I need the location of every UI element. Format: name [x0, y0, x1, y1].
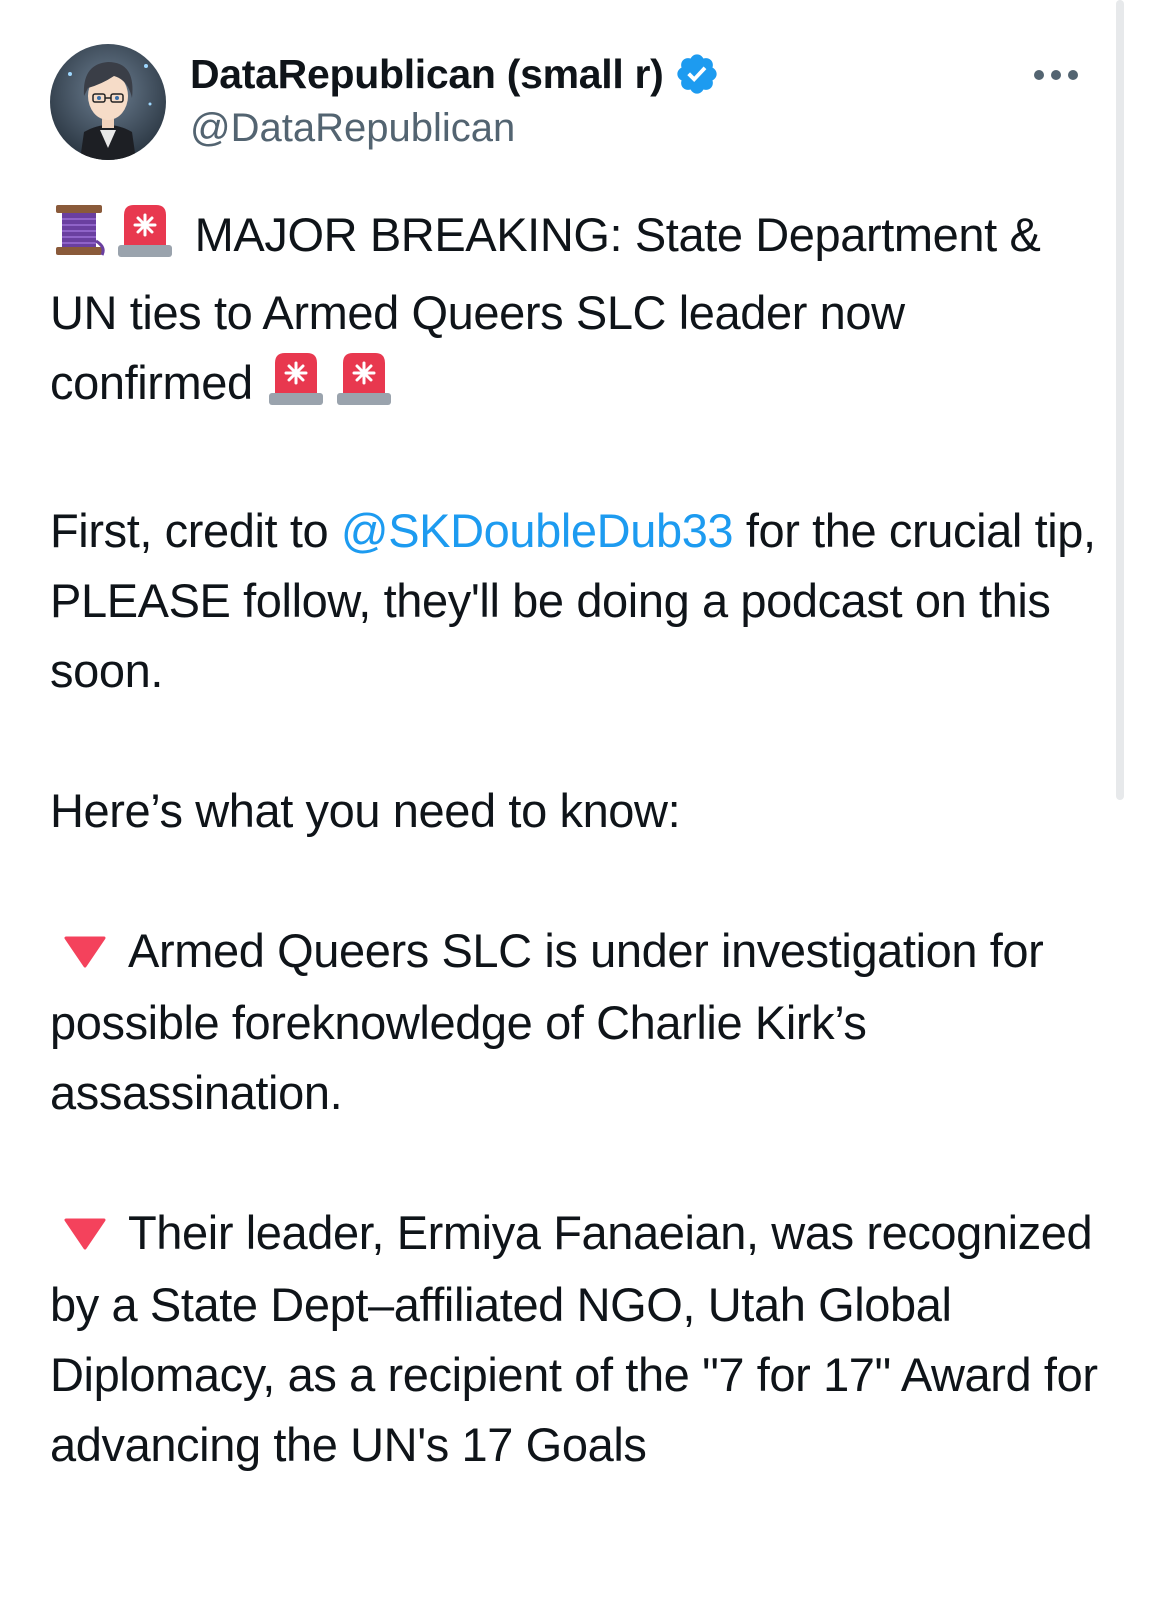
tweet-body: MAJOR BREAKING: State Department & UN ti… — [50, 200, 1100, 1550]
bullet-text: Armed Queers SLC is under investigation … — [50, 924, 1044, 1119]
police-siren-emoji — [333, 349, 395, 426]
credit-paragraph: First, credit to @SKDoubleDub33 for the … — [50, 496, 1100, 706]
thread-spool-emoji — [50, 201, 108, 278]
display-name[interactable]: DataRepublican (small r) — [190, 51, 664, 98]
headline-paragraph: MAJOR BREAKING: State Department & UN ti… — [50, 200, 1100, 426]
headline-text: MAJOR BREAKING: State Department & UN ti… — [50, 208, 1041, 409]
verified-badge-icon[interactable] — [674, 51, 720, 97]
more-options-button[interactable] — [1028, 58, 1084, 92]
anime-character-avatar-icon — [50, 44, 166, 160]
author-name-row[interactable]: DataRepublican (small r) — [190, 46, 720, 102]
red-triangle-down-emoji — [64, 918, 106, 988]
police-siren-emoji — [265, 349, 327, 426]
mention-link[interactable]: @SKDoubleDub33 — [341, 504, 734, 557]
bullet-paragraph: Armed Queers SLC is under investigation … — [50, 916, 1100, 1128]
intro-paragraph: Here’s what you need to know: — [50, 784, 681, 837]
scrollbar[interactable] — [1116, 0, 1124, 800]
credit-text-before: First, credit to — [50, 504, 341, 557]
tweet: DataRepublican (small r) @DataRepublican — [0, 0, 1170, 1619]
avatar[interactable] — [50, 44, 166, 160]
author-handle[interactable]: @DataRepublican — [190, 106, 515, 151]
bullet-paragraph: Their leader, Ermiya Fanaeian, was recog… — [50, 1198, 1100, 1480]
bullet-text: Their leader, Ermiya Fanaeian, was recog… — [50, 1206, 1098, 1471]
more-options-icon — [1034, 70, 1078, 80]
police-siren-emoji — [114, 201, 176, 278]
red-triangle-down-emoji — [64, 1200, 106, 1270]
